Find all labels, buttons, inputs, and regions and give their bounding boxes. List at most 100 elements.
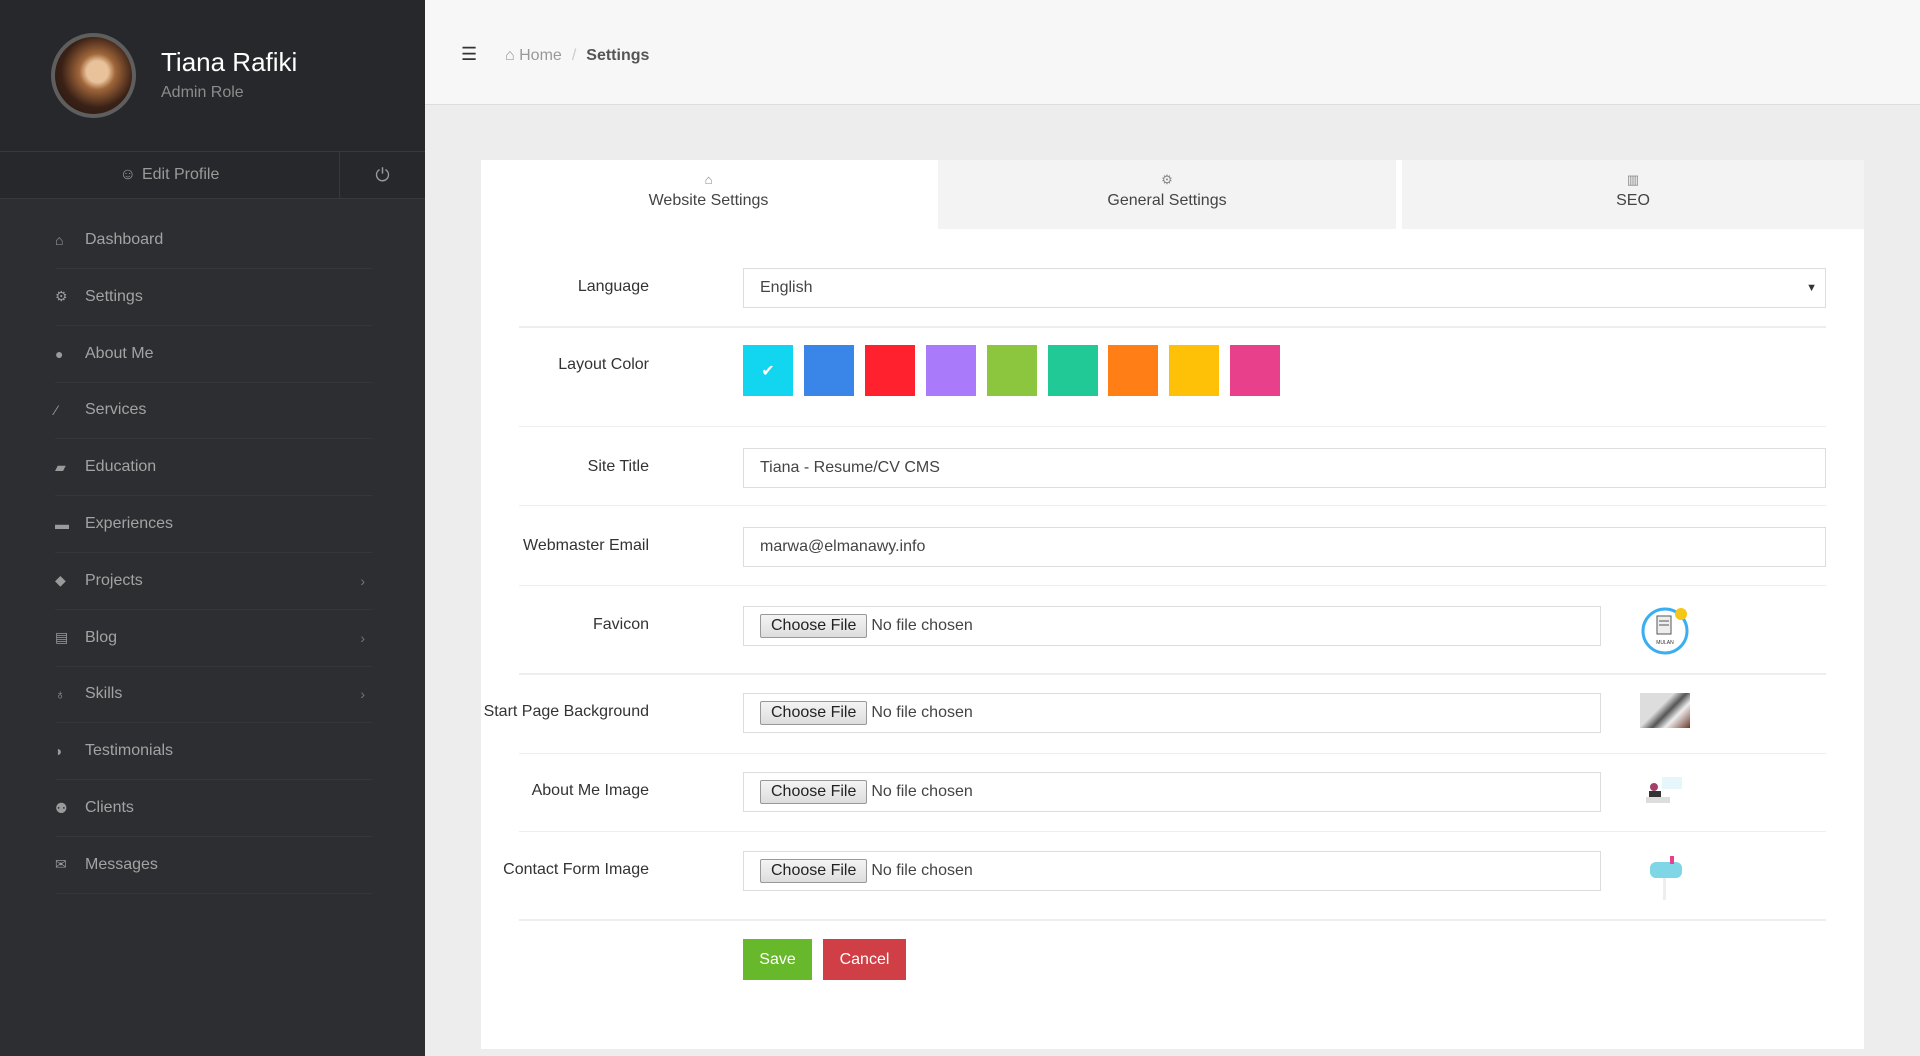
choose-file-button[interactable]: Choose File xyxy=(760,780,868,804)
sidebar-item-testimonials[interactable]: ◗ Testimonials xyxy=(55,723,373,781)
layout-color-swatch[interactable] xyxy=(1169,345,1220,396)
about-me-image-label: About Me Image xyxy=(531,782,649,799)
sidebar-item-services[interactable]: ⁄ Services xyxy=(55,382,373,440)
cancel-button[interactable]: Cancel xyxy=(823,939,906,980)
sidebar-item-label: Dashboard xyxy=(85,231,164,248)
sidebar-item-label: Messages xyxy=(85,855,158,873)
user-name: Tiana Rafiki xyxy=(161,47,298,77)
divider xyxy=(519,919,1826,921)
layout-color-swatch[interactable] xyxy=(986,345,1037,396)
tab-general-settings[interactable]: ⚙ General Settings xyxy=(938,160,1396,229)
choose-file-button[interactable]: Choose File xyxy=(760,701,868,725)
lightbulb-icon: ♁ xyxy=(55,686,66,703)
about-me-image-file-input[interactable]: Choose File No file chosen xyxy=(743,772,1601,812)
sidebar-item-label: Projects xyxy=(85,571,143,589)
sidebar-item-label: Settings xyxy=(85,287,143,305)
sidebar-item-clients[interactable]: ⚉ Clients xyxy=(55,780,373,837)
layout-color-swatch[interactable] xyxy=(864,345,915,396)
file-status: No file chosen xyxy=(871,862,973,879)
user-role: Admin Role xyxy=(161,84,244,101)
sidebar-item-settings[interactable]: ⚙ Settings xyxy=(55,269,373,326)
start-page-background-file-input[interactable]: Choose File No file chosen xyxy=(743,693,1601,733)
user-outline-icon: ☺ xyxy=(119,166,136,183)
language-select[interactable]: English ▼ xyxy=(743,268,1826,308)
check-icon: ✔ xyxy=(761,362,775,380)
sidebar-item-education[interactable]: ▰ Education xyxy=(55,439,373,497)
tab-label: Website Settings xyxy=(648,192,769,209)
language-value: English xyxy=(760,279,813,296)
chevron-right-icon: › xyxy=(360,572,365,589)
webmaster-email-input[interactable]: marwa@elmanawy.info xyxy=(743,527,1826,567)
sidebar-item-label: Experiences xyxy=(85,515,174,532)
cogs-icon: ⚙ xyxy=(55,288,68,305)
chevron-right-icon: › xyxy=(360,629,365,646)
breadcrumb-home-label: Home xyxy=(519,47,562,64)
site-title-value: Tiana - Resume/CV CMS xyxy=(760,459,940,476)
tab-label: SEO xyxy=(1616,192,1650,209)
chevron-right-icon: › xyxy=(360,686,365,703)
contact-form-image-file-input[interactable]: Choose File No file chosen xyxy=(743,851,1601,891)
sidebar-item-blog[interactable]: ▤ Blog › xyxy=(55,610,373,667)
breadcrumb-home[interactable]: ⌂ Home xyxy=(505,47,562,65)
sidebar-item-label: Services xyxy=(85,401,147,419)
sidebar-item-label: Blog xyxy=(85,628,118,646)
about-me-image-preview xyxy=(1640,775,1690,805)
layout-color-swatch[interactable]: ✔ xyxy=(743,345,793,396)
sidebar-item-projects[interactable]: ◆ Projects › xyxy=(55,553,373,610)
site-title-input[interactable]: Tiana - Resume/CV CMS xyxy=(743,448,1826,488)
layout-color-label: Layout Color xyxy=(558,356,649,373)
sidebar-item-messages[interactable]: ✉ Messages xyxy=(55,837,373,894)
tab-seo[interactable]: ▥ SEO xyxy=(1402,160,1864,229)
sidebar-item-label: Education xyxy=(85,458,157,476)
favicon-preview: MULAN xyxy=(1640,606,1690,656)
choose-file-button[interactable]: Choose File xyxy=(760,859,868,883)
divider xyxy=(519,585,1826,586)
divider xyxy=(519,505,1826,506)
graduation-cap-icon: ▰ xyxy=(55,458,66,475)
edit-profile-button[interactable]: ☺ Edit Profile xyxy=(0,152,340,198)
layout-color-swatch[interactable] xyxy=(1230,345,1281,396)
layout-color-swatch[interactable] xyxy=(803,345,854,396)
caret-down-icon: ▼ xyxy=(1806,282,1817,294)
layout-color-swatch[interactable] xyxy=(1108,345,1159,396)
sidebar-item-label: Skills xyxy=(85,685,123,703)
file-status: No file chosen xyxy=(871,617,973,634)
tab-label: General Settings xyxy=(1107,192,1227,209)
sidebar: Tiana Rafiki Admin Role ☺ Edit Profile ⏻ … xyxy=(0,0,425,1056)
bar-chart-icon: ▥ xyxy=(1626,172,1640,187)
sidebar-item-experiences[interactable]: ▬ Experiences xyxy=(55,496,373,553)
breadcrumb-current: Settings xyxy=(586,47,650,64)
divider xyxy=(519,673,1826,675)
webmaster-email-label: Webmaster Email xyxy=(523,537,649,554)
sidebar-item-skills[interactable]: ♁ Skills › xyxy=(55,666,373,724)
site-title-label: Site Title xyxy=(587,458,649,475)
webmaster-email-value: marwa@elmanawy.info xyxy=(760,538,926,555)
sidebar-item-about-me[interactable]: ● About Me xyxy=(55,326,373,383)
settings-panel: ⌂ Website Settings ⚙ General Settings ▥ SEO… xyxy=(481,160,1864,1049)
tags-icon: ◆ xyxy=(55,572,66,589)
layout-color-swatch[interactable] xyxy=(925,345,976,396)
home-icon: ⌂ xyxy=(505,47,515,64)
start-page-background-label: Start Page Background xyxy=(483,703,649,720)
sidebar-item-label: Clients xyxy=(85,799,134,816)
hamburger-menu-icon[interactable]: ☰ xyxy=(461,44,477,65)
divider xyxy=(519,831,1826,832)
divider xyxy=(519,753,1826,754)
logout-button[interactable]: ⏻ xyxy=(340,152,425,198)
magic-wand-icon: ⁄ xyxy=(55,402,58,419)
sidebar-item-dashboard[interactable]: ⌂ Dashboard xyxy=(55,212,373,269)
favicon-file-input[interactable]: Choose File No file chosen xyxy=(743,606,1601,646)
save-button[interactable]: Save xyxy=(743,939,812,980)
tab-website-settings[interactable]: ⌂ Website Settings xyxy=(481,160,936,229)
envelope-icon: ✉ xyxy=(55,856,67,873)
file-status: No file chosen xyxy=(871,704,973,721)
edit-profile-label: Edit Profile xyxy=(141,166,220,183)
file-status: No file chosen xyxy=(871,783,973,800)
contact-form-image-label: Contact Form Image xyxy=(503,861,649,878)
divider xyxy=(519,426,1826,427)
divider xyxy=(519,326,1826,328)
home-icon: ⌂ xyxy=(704,172,713,187)
choose-file-button[interactable]: Choose File xyxy=(760,614,868,638)
layout-color-swatch[interactable] xyxy=(1047,345,1098,396)
start-page-background-preview xyxy=(1640,693,1690,728)
